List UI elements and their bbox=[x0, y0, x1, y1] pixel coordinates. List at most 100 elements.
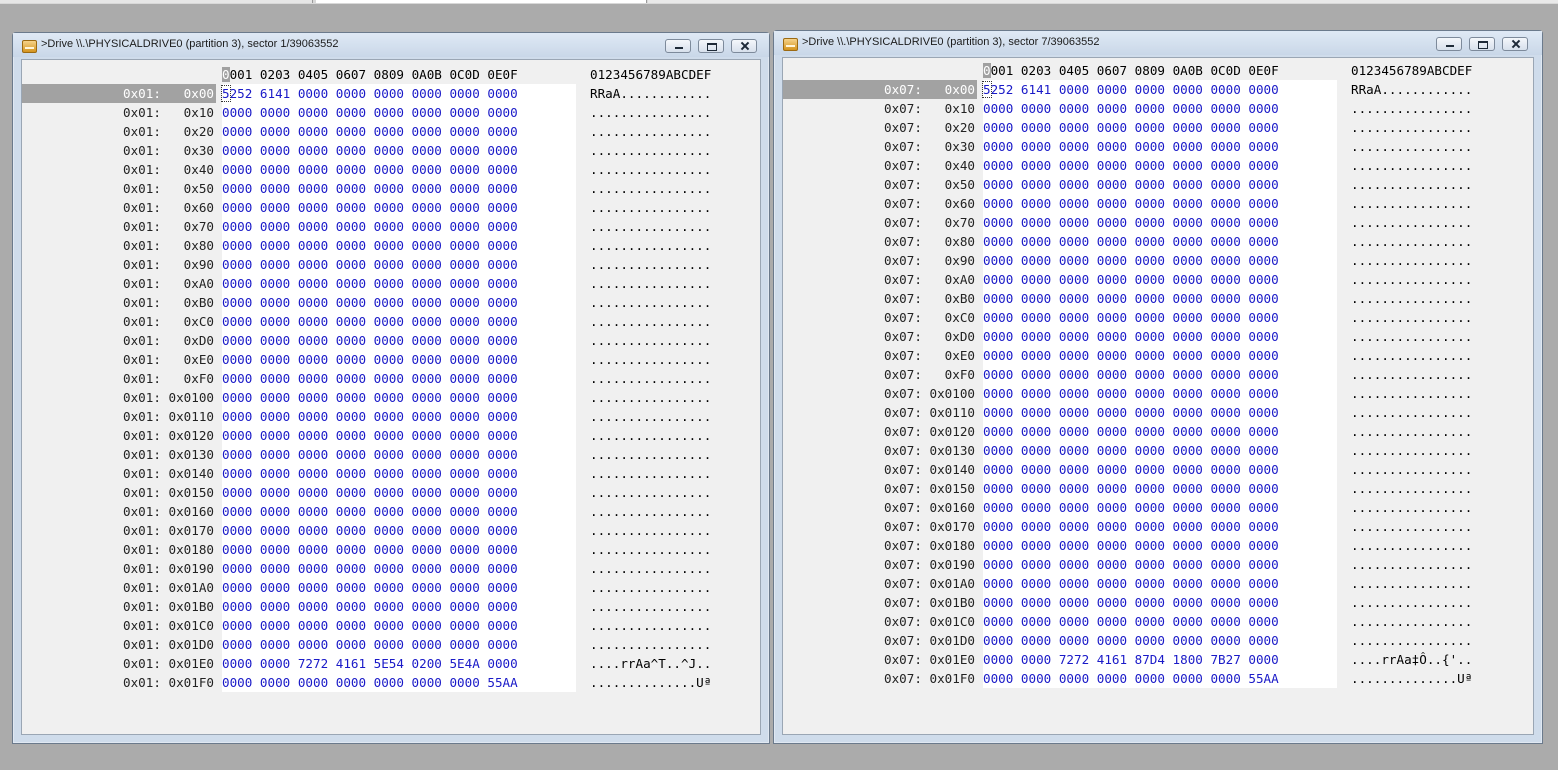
row-hex-bytes[interactable]: 5252 6141 0000 0000 0000 0000 0000 0000 bbox=[221, 84, 576, 103]
row-hex-bytes[interactable]: 0000 0000 7272 4161 5E54 0200 5E4A 0000 bbox=[222, 654, 576, 673]
row-hex-bytes[interactable]: 0000 0000 0000 0000 0000 0000 0000 0000 bbox=[222, 217, 576, 236]
row-hex-bytes[interactable]: 0000 0000 0000 0000 0000 0000 0000 0000 bbox=[222, 407, 576, 426]
close-icon[interactable] bbox=[731, 39, 757, 53]
row-hex-bytes[interactable]: 0000 0000 0000 0000 0000 0000 0000 0000 bbox=[222, 559, 576, 578]
row-ascii[interactable]: ................ bbox=[1351, 574, 1472, 593]
window-titlebar[interactable]: >Drive \\.\PHYSICALDRIVE0 (partition 3),… bbox=[774, 31, 1542, 55]
row-hex-bytes[interactable]: 0000 0000 0000 0000 0000 0000 0000 0000 bbox=[222, 236, 576, 255]
row-hex-bytes[interactable]: 0000 0000 0000 0000 0000 0000 0000 0000 bbox=[983, 479, 1337, 498]
row-hex-bytes[interactable]: 0000 0000 0000 0000 0000 0000 0000 0000 bbox=[222, 635, 576, 654]
row-ascii[interactable]: ..............Uª bbox=[1351, 669, 1472, 688]
minimize-icon[interactable] bbox=[665, 39, 691, 53]
row-hex-bytes[interactable]: 0000 0000 0000 0000 0000 0000 0000 0000 bbox=[983, 365, 1337, 384]
row-hex-bytes[interactable]: 0000 0000 0000 0000 0000 0000 0000 0000 bbox=[222, 578, 576, 597]
row-ascii[interactable]: ................ bbox=[590, 616, 711, 635]
row-ascii[interactable]: ....rrAa‡Ô..{'.. bbox=[1351, 650, 1472, 669]
row-hex-bytes[interactable]: 0000 0000 0000 0000 0000 0000 0000 0000 bbox=[983, 631, 1337, 650]
row-ascii[interactable]: ................ bbox=[1351, 118, 1472, 137]
window-titlebar[interactable]: >Drive \\.\PHYSICALDRIVE0 (partition 3),… bbox=[13, 33, 769, 57]
row-hex-bytes[interactable]: 0000 0000 0000 0000 0000 0000 0000 0000 bbox=[222, 255, 576, 274]
row-ascii[interactable]: ................ bbox=[590, 293, 711, 312]
row-ascii[interactable]: ................ bbox=[1351, 194, 1472, 213]
row-ascii[interactable]: ................ bbox=[1351, 99, 1472, 118]
row-ascii[interactable]: ................ bbox=[590, 388, 711, 407]
row-ascii[interactable]: ................ bbox=[1351, 156, 1472, 175]
tab-strip-active[interactable] bbox=[316, 0, 647, 3]
row-ascii[interactable]: ................ bbox=[590, 179, 711, 198]
row-hex-bytes[interactable]: 0000 0000 0000 0000 0000 0000 0000 0000 bbox=[222, 388, 576, 407]
row-ascii[interactable]: ................ bbox=[590, 502, 711, 521]
maximize-icon[interactable] bbox=[1469, 37, 1495, 51]
row-ascii[interactable]: ................ bbox=[590, 407, 711, 426]
row-ascii[interactable]: RRaA............ bbox=[590, 84, 711, 103]
row-ascii[interactable]: ....rrAa^T..^J.. bbox=[590, 654, 711, 673]
row-ascii[interactable]: ................ bbox=[590, 483, 711, 502]
row-ascii[interactable]: ................ bbox=[590, 274, 711, 293]
row-hex-bytes[interactable]: 0000 0000 0000 0000 0000 0000 0000 0000 bbox=[222, 540, 576, 559]
row-hex-bytes[interactable]: 0000 0000 0000 0000 0000 0000 0000 0000 bbox=[222, 464, 576, 483]
row-hex-bytes[interactable]: 0000 0000 0000 0000 0000 0000 0000 0000 bbox=[222, 616, 576, 635]
row-ascii[interactable]: ................ bbox=[590, 559, 711, 578]
hex-editor-window-sector-1[interactable]: >Drive \\.\PHYSICALDRIVE0 (partition 3),… bbox=[12, 32, 770, 744]
row-hex-bytes[interactable]: 0000 0000 0000 0000 0000 0000 0000 0000 bbox=[983, 270, 1337, 289]
row-hex-bytes[interactable]: 0000 0000 0000 0000 0000 0000 0000 0000 bbox=[983, 175, 1337, 194]
row-ascii[interactable]: ................ bbox=[590, 464, 711, 483]
row-hex-bytes[interactable]: 0000 0000 0000 0000 0000 0000 0000 0000 bbox=[222, 521, 576, 540]
row-ascii[interactable]: ................ bbox=[590, 217, 711, 236]
row-ascii[interactable]: ................ bbox=[1351, 175, 1472, 194]
row-hex-bytes[interactable]: 0000 0000 0000 0000 0000 0000 0000 0000 bbox=[983, 536, 1337, 555]
row-ascii[interactable]: ................ bbox=[1351, 479, 1472, 498]
row-ascii[interactable]: ................ bbox=[1351, 593, 1472, 612]
row-hex-bytes[interactable]: 0000 0000 0000 0000 0000 0000 0000 0000 bbox=[983, 498, 1337, 517]
row-ascii[interactable]: ................ bbox=[1351, 555, 1472, 574]
row-ascii[interactable]: ................ bbox=[590, 312, 711, 331]
row-hex-bytes[interactable]: 0000 0000 0000 0000 0000 0000 0000 0000 bbox=[983, 289, 1337, 308]
row-hex-bytes[interactable]: 0000 0000 0000 0000 0000 0000 0000 0000 bbox=[222, 312, 576, 331]
row-ascii[interactable]: ................ bbox=[590, 141, 711, 160]
row-hex-bytes[interactable]: 0000 0000 0000 0000 0000 0000 0000 0000 bbox=[983, 555, 1337, 574]
minimize-icon[interactable] bbox=[1436, 37, 1462, 51]
row-ascii[interactable]: ................ bbox=[1351, 441, 1472, 460]
edit-cursor[interactable]: 5 bbox=[982, 81, 992, 98]
row-hex-bytes[interactable]: 0000 0000 0000 0000 0000 0000 0000 55AA bbox=[983, 669, 1337, 688]
row-hex-bytes[interactable]: 0000 0000 0000 0000 0000 0000 0000 0000 bbox=[983, 441, 1337, 460]
row-ascii[interactable]: ................ bbox=[1351, 498, 1472, 517]
row-hex-bytes[interactable]: 0000 0000 0000 0000 0000 0000 0000 0000 bbox=[222, 103, 576, 122]
row-ascii[interactable]: ................ bbox=[590, 521, 711, 540]
row-hex-bytes[interactable]: 0000 0000 0000 0000 0000 0000 0000 0000 bbox=[983, 517, 1337, 536]
row-hex-bytes[interactable]: 0000 0000 0000 0000 0000 0000 0000 55AA bbox=[222, 673, 576, 692]
row-ascii[interactable]: ................ bbox=[1351, 536, 1472, 555]
row-ascii[interactable]: ................ bbox=[590, 350, 711, 369]
row-hex-bytes[interactable]: 0000 0000 0000 0000 0000 0000 0000 0000 bbox=[222, 350, 576, 369]
row-ascii[interactable]: ................ bbox=[590, 426, 711, 445]
row-hex-bytes[interactable]: 0000 0000 0000 0000 0000 0000 0000 0000 bbox=[222, 198, 576, 217]
row-ascii[interactable]: ................ bbox=[590, 255, 711, 274]
row-hex-bytes[interactable]: 0000 0000 0000 0000 0000 0000 0000 0000 bbox=[983, 403, 1337, 422]
row-hex-bytes[interactable]: 0000 0000 0000 0000 0000 0000 0000 0000 bbox=[222, 160, 576, 179]
row-ascii[interactable]: ................ bbox=[1351, 232, 1472, 251]
row-hex-bytes[interactable]: 0000 0000 0000 0000 0000 0000 0000 0000 bbox=[983, 460, 1337, 479]
row-hex-bytes[interactable]: 0000 0000 7272 4161 87D4 1800 7B27 0000 bbox=[983, 650, 1337, 669]
row-hex-bytes[interactable]: 0000 0000 0000 0000 0000 0000 0000 0000 bbox=[983, 593, 1337, 612]
row-ascii[interactable]: ................ bbox=[1351, 270, 1472, 289]
row-ascii[interactable]: ................ bbox=[1351, 308, 1472, 327]
close-icon[interactable] bbox=[1502, 37, 1528, 51]
row-ascii[interactable]: ................ bbox=[1351, 213, 1472, 232]
row-ascii[interactable]: ................ bbox=[590, 445, 711, 464]
row-hex-bytes[interactable]: 0000 0000 0000 0000 0000 0000 0000 0000 bbox=[222, 426, 576, 445]
row-ascii[interactable]: ................ bbox=[590, 331, 711, 350]
row-hex-bytes[interactable]: 0000 0000 0000 0000 0000 0000 0000 0000 bbox=[983, 384, 1337, 403]
row-hex-bytes[interactable]: 0000 0000 0000 0000 0000 0000 0000 0000 bbox=[983, 232, 1337, 251]
row-hex-bytes[interactable]: 0000 0000 0000 0000 0000 0000 0000 0000 bbox=[222, 274, 576, 293]
hex-view[interactable]: 0001 0203 0405 0607 0809 0A0B 0C0D 0E0F 0… bbox=[782, 57, 1534, 735]
row-hex-bytes[interactable]: 0000 0000 0000 0000 0000 0000 0000 0000 bbox=[222, 122, 576, 141]
row-ascii[interactable]: ................ bbox=[1351, 460, 1472, 479]
row-ascii[interactable]: ................ bbox=[590, 540, 711, 559]
row-hex-bytes[interactable]: 0000 0000 0000 0000 0000 0000 0000 0000 bbox=[983, 118, 1337, 137]
row-hex-bytes[interactable]: 0000 0000 0000 0000 0000 0000 0000 0000 bbox=[222, 141, 576, 160]
row-ascii[interactable]: ................ bbox=[1351, 422, 1472, 441]
row-ascii[interactable]: ................ bbox=[1351, 384, 1472, 403]
maximize-icon[interactable] bbox=[698, 39, 724, 53]
row-ascii[interactable]: ................ bbox=[590, 160, 711, 179]
row-hex-bytes[interactable]: 0000 0000 0000 0000 0000 0000 0000 0000 bbox=[222, 483, 576, 502]
